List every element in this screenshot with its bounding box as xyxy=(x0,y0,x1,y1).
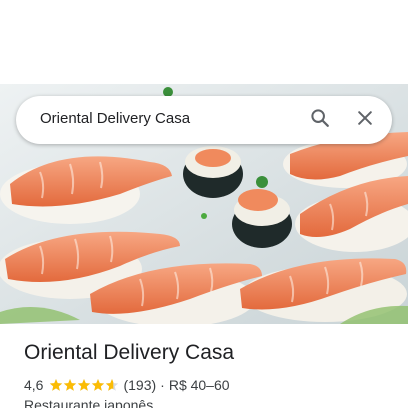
star-filled xyxy=(64,379,77,391)
stars-icon xyxy=(50,379,119,391)
place-category: Restaurante japonês xyxy=(24,397,154,408)
place-title: Oriental Delivery Casa xyxy=(24,341,235,364)
search-button[interactable] xyxy=(302,102,338,138)
top-blank-area xyxy=(0,0,408,84)
star-filled xyxy=(92,379,105,391)
star-rating xyxy=(49,378,119,392)
separator-dot: · xyxy=(160,377,165,393)
star-filled xyxy=(50,379,63,391)
search-icon xyxy=(309,107,331,134)
rating-row: 4,6 (193) · R$ 40–60 xyxy=(24,376,230,394)
star-filled xyxy=(78,379,91,391)
search-input[interactable]: Oriental Delivery Casa xyxy=(40,110,190,127)
price-range: R$ 40–60 xyxy=(168,377,230,393)
search-bar[interactable]: Oriental Delivery Casa xyxy=(16,96,392,144)
close-icon xyxy=(355,108,375,133)
review-count[interactable]: (193) xyxy=(123,377,156,393)
rating-value: 4,6 xyxy=(24,377,44,393)
clear-search-button[interactable] xyxy=(347,102,383,138)
